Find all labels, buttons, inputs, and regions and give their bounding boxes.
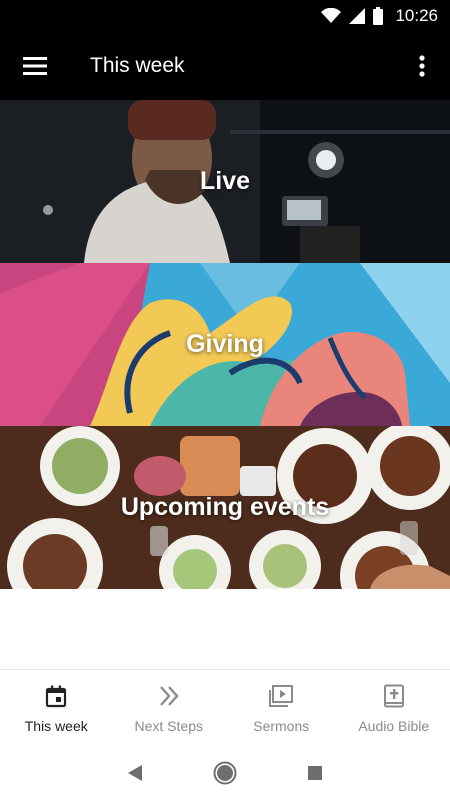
nav-item-audio-bible[interactable]: Audio Bible: [338, 670, 450, 745]
tile-giving[interactable]: Giving: [0, 263, 450, 426]
status-time: 10:26: [395, 6, 438, 25]
back-triangle-icon: [128, 764, 142, 781]
signal-icon: [349, 8, 366, 24]
system-navigation-bar: [0, 745, 450, 800]
menu-button[interactable]: [0, 32, 70, 100]
status-icons: 10:26: [321, 6, 438, 26]
system-back-button[interactable]: [120, 758, 150, 788]
nav-item-sermons[interactable]: Sermons: [225, 670, 338, 745]
overflow-menu-button[interactable]: [394, 32, 450, 100]
nav-label-next-steps: Next Steps: [134, 718, 203, 734]
page-title: This week: [90, 54, 185, 77]
hamburger-menu-icon: [23, 57, 47, 75]
tile-upcoming-events-label: Upcoming events: [120, 493, 330, 521]
nav-label-this-week: This week: [24, 718, 88, 734]
status-bar: 10:26: [0, 0, 450, 32]
screen: 10:26 This week Live Giving Upcoming eve…: [0, 0, 450, 800]
battery-icon: [373, 7, 384, 25]
nav-label-sermons: Sermons: [253, 718, 310, 734]
nav-item-this-week[interactable]: This week: [0, 670, 113, 745]
home-circle-icon: [213, 761, 237, 784]
tile-giving-label: Giving: [186, 330, 264, 358]
system-recents-button[interactable]: [300, 758, 330, 788]
app-bar: This week: [0, 32, 450, 100]
bottom-navigation: This week Next Steps Sermons Audio Bible: [0, 669, 450, 745]
nav-item-next-steps[interactable]: Next Steps: [113, 670, 226, 745]
recents-square-icon: [308, 765, 322, 780]
wifi-icon: [321, 8, 342, 23]
double-chevron-icon: [155, 682, 183, 710]
tile-upcoming-events[interactable]: Upcoming events: [0, 426, 450, 589]
system-home-button[interactable]: [210, 758, 240, 788]
tile-live[interactable]: Live: [0, 100, 450, 263]
video-library-icon: [267, 682, 295, 710]
bible-icon: [380, 682, 408, 710]
feature-tiles: Live Giving Upcoming events: [0, 100, 450, 589]
more-vert-icon: [419, 55, 425, 77]
calendar-icon: [42, 682, 70, 710]
tile-live-label: Live: [199, 167, 251, 195]
nav-label-audio-bible: Audio Bible: [358, 718, 430, 734]
